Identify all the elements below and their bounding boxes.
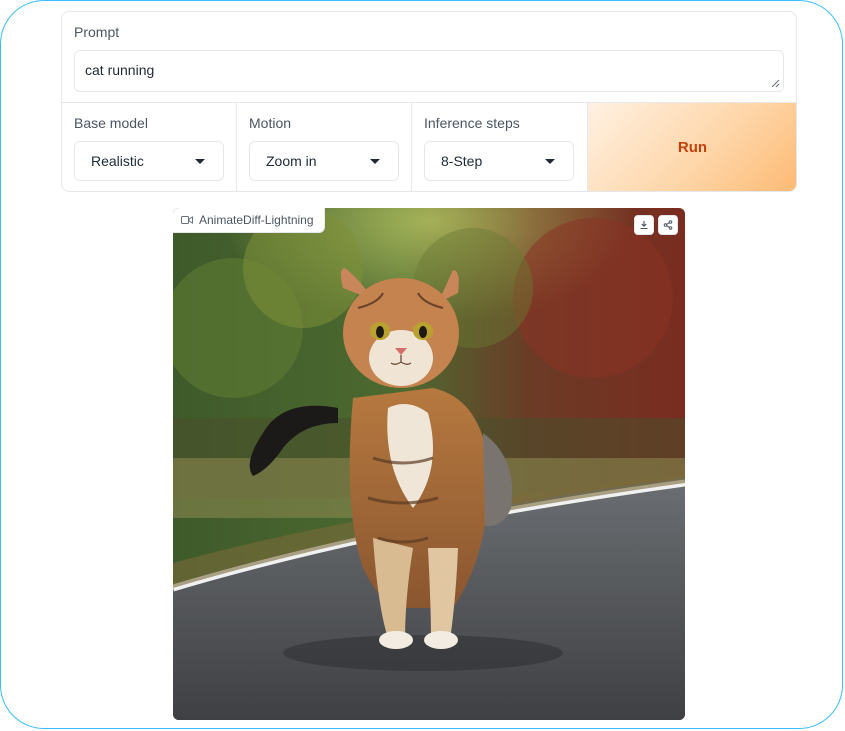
share-button[interactable] <box>658 215 678 235</box>
inference-steps-label: Inference steps <box>424 115 520 131</box>
download-icon <box>640 221 648 230</box>
video-camera-icon <box>181 216 193 224</box>
download-button[interactable] <box>634 215 654 235</box>
output-label-tag: AnimateDiff-Lightning <box>173 208 325 233</box>
inference-steps-dropdown[interactable]: 8-Step <box>424 141 574 181</box>
app-frame: Prompt cat running Base model Realistic … <box>0 0 843 729</box>
base-model-value: Realistic <box>91 153 144 169</box>
output-label: AnimateDiff-Lightning <box>199 213 314 227</box>
base-model-block: Base model Realistic <box>62 103 237 191</box>
chevron-down-icon <box>545 159 555 164</box>
controls-row: Base model Realistic Motion Zoom in Infe… <box>62 103 796 191</box>
inference-steps-value: 8-Step <box>441 153 483 169</box>
chevron-down-icon <box>195 159 205 164</box>
input-panel: Prompt cat running Base model Realistic … <box>61 11 797 192</box>
prompt-block: Prompt cat running <box>62 12 796 103</box>
share-icon <box>663 220 673 230</box>
motion-dropdown[interactable]: Zoom in <box>249 141 399 181</box>
resize-grip-icon[interactable] <box>770 78 780 88</box>
inference-steps-block: Inference steps 8-Step <box>412 103 588 191</box>
chevron-down-icon <box>370 159 380 164</box>
output-video[interactable]: AnimateDiff-Lightning <box>173 208 685 720</box>
motion-value: Zoom in <box>266 153 317 169</box>
run-button[interactable]: Run <box>588 103 796 191</box>
base-model-dropdown[interactable]: Realistic <box>74 141 224 181</box>
video-frame-cat <box>173 208 685 720</box>
base-model-label: Base model <box>74 115 148 131</box>
prompt-value: cat running <box>85 62 155 78</box>
prompt-textarea[interactable]: cat running <box>74 50 784 92</box>
motion-block: Motion Zoom in <box>237 103 412 191</box>
motion-label: Motion <box>249 115 292 131</box>
prompt-label: Prompt <box>74 24 120 40</box>
